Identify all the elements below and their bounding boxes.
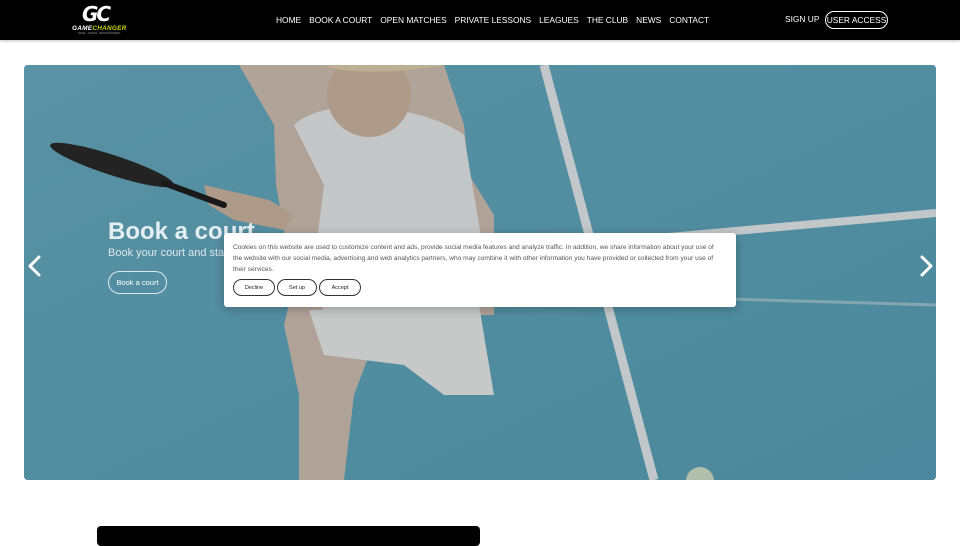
nav-private-lessons[interactable]: PRIVATE LESSONS [451,15,535,25]
logo-tagline: PADEL · TENNIS · ENTERTAINMENT [78,32,121,35]
sign-up-link[interactable]: SIGN UP [785,14,819,24]
accept-button[interactable]: Accept [319,279,361,296]
top-navigation-bar: GC GAMECHANGER PADEL · TENNIS · ENTERTAI… [0,0,960,40]
chevron-left-icon[interactable] [26,255,44,277]
content-card-top [97,526,480,546]
nav-home[interactable]: HOME [272,15,305,25]
cookie-consent-dialog: Cookies on this website are used to cust… [224,233,736,307]
gamechanger-logo[interactable]: GC GAMECHANGER PADEL · TENNIS · ENTERTAI… [70,3,128,35]
nav-leagues[interactable]: LEAGUES [535,15,583,25]
main-menu: HOME BOOK A COURT OPEN MATCHES PRIVATE L… [272,0,713,40]
logo-wordmark: GAMECHANGER [72,25,127,32]
hero-subtitle: Book your court and start [108,247,231,259]
chevron-right-icon[interactable] [917,255,935,277]
decline-button[interactable]: Decline [233,279,275,296]
cookie-consent-text: Cookies on this website are used to cust… [233,244,714,273]
hero-book-court-button[interactable]: Book a court [108,271,167,294]
nav-the-club[interactable]: THE CLUB [583,15,632,25]
nav-news[interactable]: NEWS [632,15,665,25]
nav-contact[interactable]: CONTACT [665,15,713,25]
setup-button[interactable]: Set up [277,279,317,296]
nav-open-matches[interactable]: OPEN MATCHES [376,15,450,25]
nav-book-a-court[interactable]: BOOK A COURT [305,15,376,25]
logo-monogram: GC [82,2,111,26]
user-access-button[interactable]: USER ACCESS [825,11,888,29]
